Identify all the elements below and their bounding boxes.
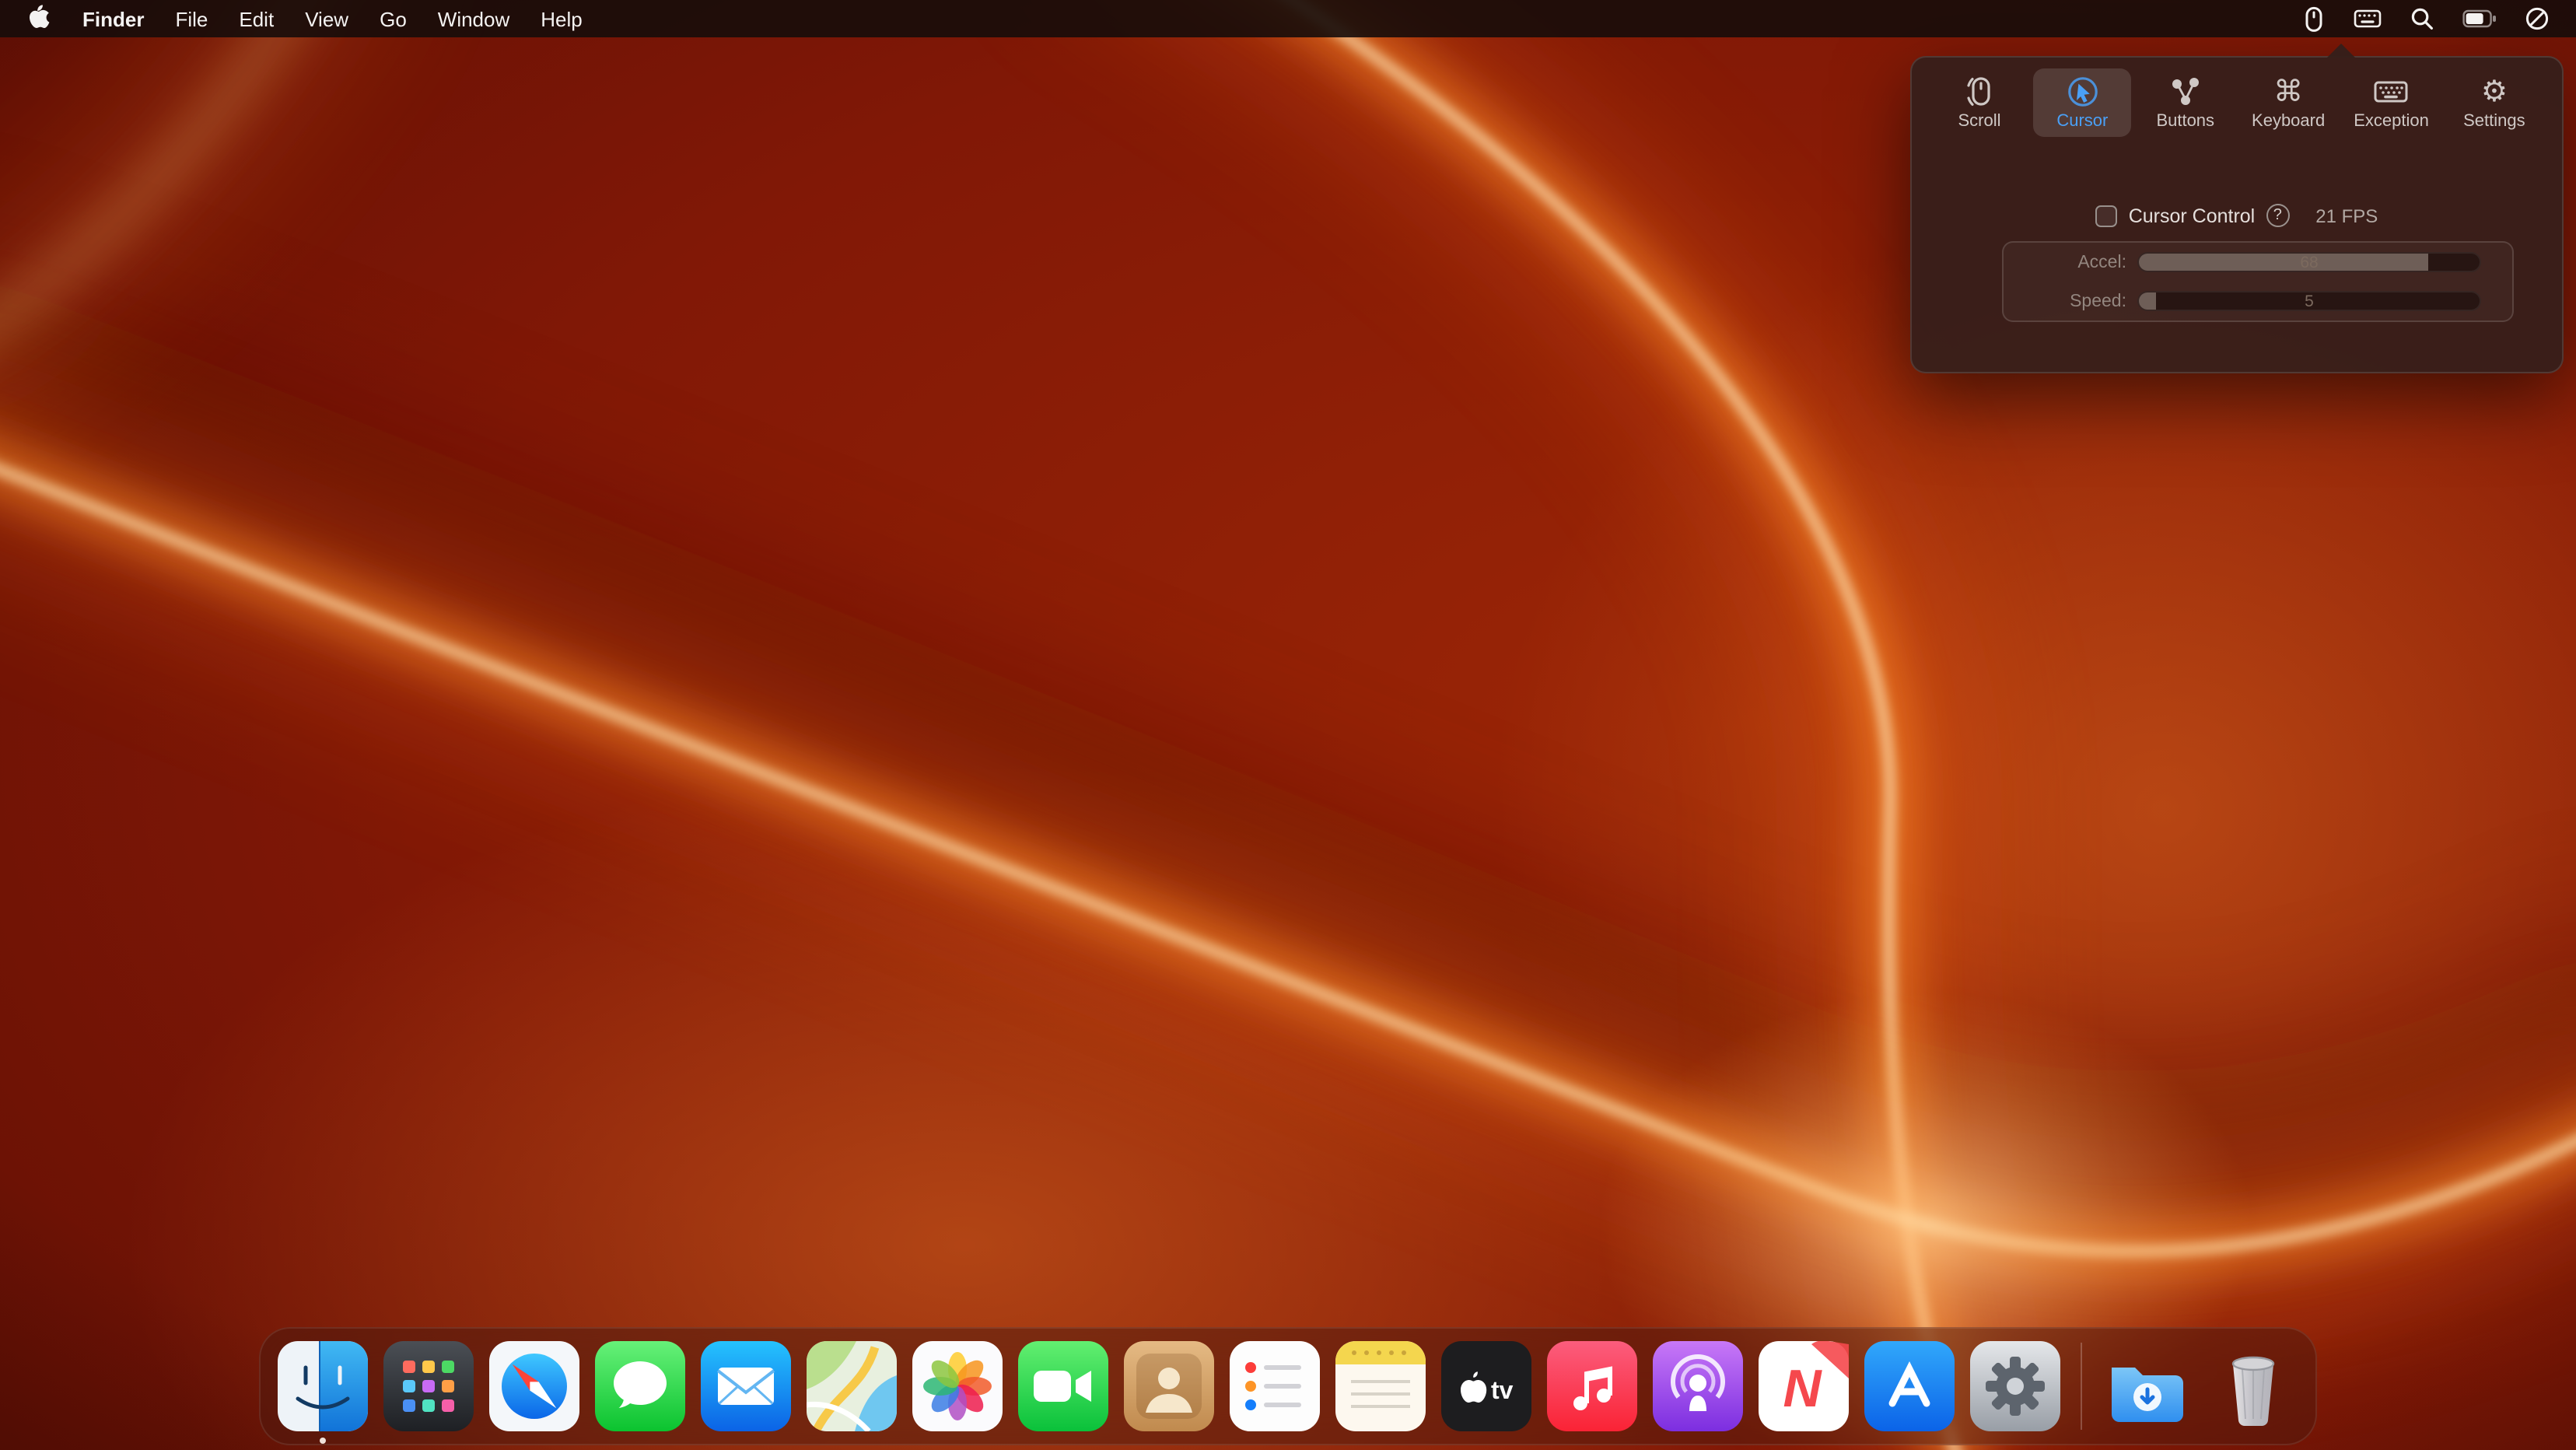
cursor-settings-group: Accel: 68 Speed: 5 [2002,241,2514,322]
accel-row: Accel: 68 [2004,250,2512,274]
popover-tab-bar: Scroll Cursor Buttons ⌘ Keyboard [1912,58,2562,137]
cursor-control-row: Cursor Control ? 21 FPS [1912,204,2562,227]
search-icon[interactable] [2396,0,2448,37]
tab-label: Settings [2463,112,2525,131]
fps-readout: 21 FPS [2315,205,2378,226]
menu-bar-status [2288,0,2576,37]
tab-scroll[interactable]: Scroll [1930,68,2028,137]
apple-logo-icon [28,4,51,33]
speed-label: Speed: [2004,292,2137,310]
accel-slider[interactable]: 68 [2137,252,2481,272]
accel-label: Accel: [2004,253,2137,271]
focus-icon[interactable] [2511,0,2564,37]
dock-icon-tv[interactable]: tv [1441,1341,1531,1431]
dock-icon-maps[interactable] [807,1341,897,1431]
keyboard-rect-icon [2373,75,2410,109]
mouse-buttons-icon [2168,75,2203,109]
gear-icon: ⚙ [2481,75,2508,109]
cursor-control-checkbox[interactable] [2096,205,2118,226]
tab-cursor[interactable]: Cursor [2033,68,2131,137]
popover-arrow [2327,44,2355,58]
speed-value: 5 [2139,292,2480,310]
menu-view[interactable]: View [289,0,364,37]
keyboard-icon[interactable] [2340,0,2396,37]
dock-icon-facetime[interactable] [1018,1341,1108,1431]
help-icon[interactable]: ? [2266,204,2289,227]
dock-separator [2081,1343,2082,1430]
mouse-utility-popover: Scroll Cursor Buttons ⌘ Keyboard [1910,56,2564,373]
tab-keyboard[interactable]: ⌘ Keyboard [2239,68,2337,137]
dock-icon-downloads[interactable] [2102,1341,2193,1431]
dock-icon-podcasts[interactable] [1653,1341,1743,1431]
menu-help[interactable]: Help [525,0,598,37]
running-indicator [320,1438,326,1444]
menu-bar: Finder File Edit View Go Window Help [0,0,2576,37]
dock-icon-trash[interactable] [2208,1341,2298,1431]
mouse-status-icon[interactable] [2288,0,2340,37]
menu-file[interactable]: File [159,0,223,37]
tab-buttons[interactable]: Buttons [2137,68,2235,137]
tab-label: Cursor [2056,112,2108,131]
cursor-control-label: Cursor Control [2129,205,2256,226]
dock-icon-photos[interactable] [912,1341,1003,1431]
desktop: Finder File Edit View Go Window Help [0,0,2576,1450]
tab-label: Scroll [1958,112,2000,131]
menu-go[interactable]: Go [364,0,422,37]
menu-bar-left: Finder File Edit View Go Window Help [0,0,598,37]
dock-icon-finder[interactable] [278,1341,368,1431]
menu-edit[interactable]: Edit [223,0,289,37]
speed-row: Speed: 5 [2004,289,2512,313]
accel-value: 68 [2139,254,2480,271]
mouse-scroll-icon [1964,75,1995,109]
cursor-click-icon [2065,75,2099,109]
command-icon: ⌘ [2273,75,2303,109]
dock-icon-music[interactable] [1547,1341,1637,1431]
dock: tv N [259,1327,2317,1445]
dock-icon-launchpad[interactable] [383,1341,474,1431]
dock-icon-messages[interactable] [595,1341,685,1431]
dock-icon-contacts[interactable] [1124,1341,1214,1431]
svg-text:N: N [1783,1359,1822,1418]
dock-icon-app-store[interactable] [1864,1341,1955,1431]
dock-icon-system-preferences[interactable] [1970,1341,2060,1431]
tab-label: Keyboard [2252,112,2325,131]
menu-window[interactable]: Window [422,0,526,37]
dock-icon-safari[interactable] [489,1341,579,1431]
battery-icon[interactable] [2448,0,2511,37]
speed-slider[interactable]: 5 [2137,291,2481,311]
apple-menu[interactable] [12,0,67,37]
dock-icon-reminders[interactable] [1230,1341,1320,1431]
dock-icon-notes[interactable] [1335,1341,1426,1431]
tab-label: Buttons [2156,112,2214,131]
tab-label: Exception [2354,112,2429,131]
tab-exception[interactable]: Exception [2343,68,2441,137]
dock-icon-mail[interactable] [701,1341,791,1431]
menu-app-name[interactable]: Finder [67,0,159,37]
svg-text:tv: tv [1491,1376,1514,1404]
tab-settings[interactable]: ⚙ Settings [2445,68,2543,137]
dock-icon-news[interactable]: N [1759,1341,1849,1431]
